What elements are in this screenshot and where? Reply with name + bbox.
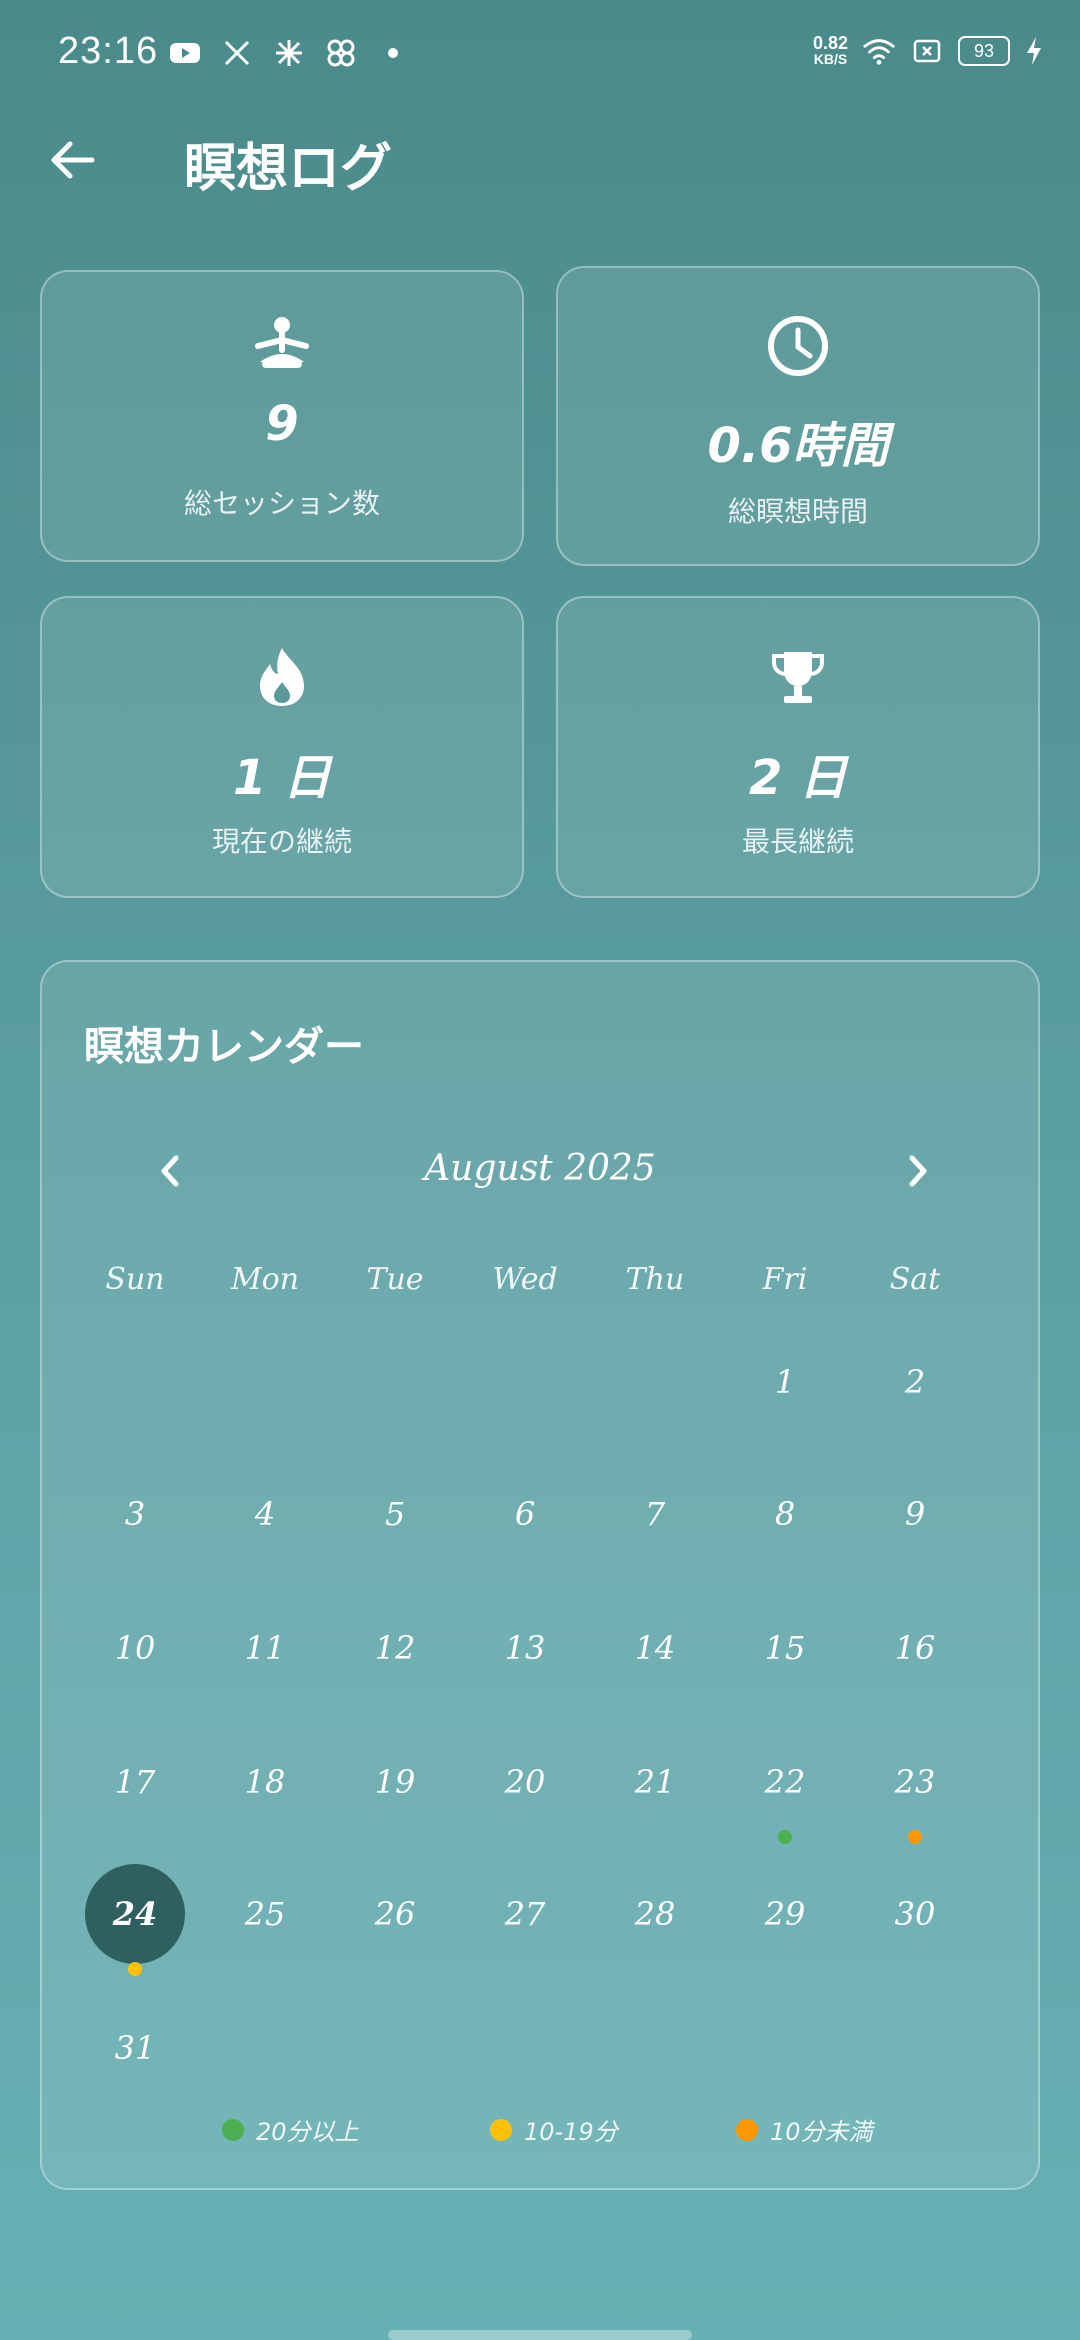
weekday-label-thu: Thu	[625, 1262, 685, 1297]
weekday-label-sun: Sun	[105, 1262, 165, 1297]
page-title: 瞑想ログ	[184, 139, 393, 199]
calendar-day[interactable]: 2	[850, 1342, 980, 1422]
sparkle-icon	[272, 36, 306, 70]
session-marker-dot	[128, 1962, 142, 1976]
calendar-day[interactable]: 15	[720, 1608, 850, 1688]
stat-value: 2 日	[748, 750, 848, 806]
calendar-title: 瞑想カレンダー	[84, 1024, 364, 1070]
stat-label: 総瞑想時間	[727, 495, 868, 528]
app-bar: 瞑想ログ	[0, 110, 1080, 240]
trophy-icon	[558, 648, 1038, 718]
more-notifications-dot-icon	[376, 36, 410, 70]
stat-value: 1 日	[232, 750, 332, 806]
notification-icons	[168, 36, 410, 70]
session-marker-dot	[908, 1830, 922, 1844]
legend-color-dot	[490, 2118, 512, 2141]
calendar-day[interactable]: 1	[720, 1342, 850, 1422]
home-indicator[interactable]	[388, 2330, 692, 2340]
calendar-day[interactable]: 30	[850, 1874, 980, 1954]
weekday-label-tue: Tue	[366, 1262, 424, 1297]
session-marker-dot	[778, 1830, 792, 1844]
weekday-label-fri: Fri	[762, 1262, 808, 1297]
weekday-label-sat: Sat	[889, 1262, 941, 1297]
stat-value: 9	[265, 396, 299, 452]
status-bar: 23:16 0.82 KB/S 93	[0, 0, 1080, 110]
sim-off-icon	[910, 34, 944, 68]
calendar-day[interactable]: 23	[850, 1742, 980, 1822]
stat-card-total-sessions: 9 総セッション数	[40, 270, 524, 562]
month-label: August 2025	[424, 1148, 656, 1189]
stat-value: 0.6時間	[707, 418, 889, 474]
net-speed-value: 0.82	[812, 33, 848, 53]
calendar-day-selected[interactable]: 24	[85, 1864, 185, 1964]
legend-label: 10分未満	[770, 2118, 873, 2146]
legend-color-dot	[222, 2118, 244, 2141]
calendar-day[interactable]: 21	[590, 1742, 720, 1822]
calendar-day[interactable]: 29	[720, 1874, 850, 1954]
calendar-day[interactable]: 17	[70, 1742, 200, 1822]
calendar-day[interactable]: 27	[460, 1874, 590, 1954]
calendar-day[interactable]: 7	[590, 1474, 720, 1554]
calendar-day[interactable]: 19	[330, 1742, 460, 1822]
stat-label: 最長継続	[741, 825, 854, 858]
x-icon	[220, 36, 254, 70]
youtube-icon	[168, 36, 202, 70]
legend-item: 20分以上	[222, 2112, 359, 2147]
calendar-day[interactable]: 22	[720, 1742, 850, 1822]
calendar-day[interactable]: 18	[200, 1742, 330, 1822]
chevron-right-icon	[909, 1155, 927, 1187]
calendar-day[interactable]: 26	[330, 1874, 460, 1954]
calendar-day[interactable]: 9	[850, 1474, 980, 1554]
legend-label: 20分以上	[256, 2118, 359, 2146]
charging-icon	[1024, 34, 1044, 68]
wifi-icon	[862, 34, 896, 68]
back-button[interactable]	[44, 130, 104, 190]
stat-label: 総セッション数	[183, 487, 380, 520]
clock-icon	[558, 314, 1038, 384]
legend-item: 10分未満	[736, 2112, 873, 2147]
stat-card-current-streak: 1 日 現在の継続	[40, 596, 524, 898]
status-time: 23:16	[58, 30, 159, 72]
arrow-left-icon	[51, 141, 95, 179]
net-speed-unit: KB/S	[813, 51, 848, 67]
calendar-day[interactable]: 31	[70, 2008, 200, 2088]
calendar-day[interactable]: 3	[70, 1474, 200, 1554]
calendar-day[interactable]: 28	[590, 1874, 720, 1954]
stat-card-longest-streak: 2 日 最長継続	[556, 596, 1040, 898]
calendar-day[interactable]: 14	[590, 1608, 720, 1688]
calendar-day[interactable]: 10	[70, 1608, 200, 1688]
pinwheel-icon	[324, 36, 358, 70]
net-speed: 0.82 KB/S	[812, 33, 848, 67]
legend-label: 10-19分	[524, 2118, 618, 2146]
stat-card-total-time: 0.6時間 総瞑想時間	[556, 266, 1040, 566]
meditation-icon	[42, 316, 522, 386]
calendar-day[interactable]: 6	[460, 1474, 590, 1554]
system-icons: 0.82 KB/S 93	[813, 34, 1044, 68]
calendar-day[interactable]: 25	[200, 1874, 330, 1954]
calendar-day[interactable]: 4	[200, 1474, 330, 1554]
battery-indicator: 93	[958, 36, 1010, 66]
weekday-label-wed: Wed	[492, 1262, 558, 1297]
legend-color-dot	[736, 2118, 758, 2141]
calendar-day[interactable]: 16	[850, 1608, 980, 1688]
calendar-day[interactable]: 12	[330, 1608, 460, 1688]
flame-icon	[42, 646, 522, 716]
calendar-day[interactable]: 8	[720, 1474, 850, 1554]
legend-item: 10-19分	[490, 2112, 618, 2147]
stat-label: 現在の継続	[211, 825, 352, 858]
next-month-button[interactable]	[892, 1146, 942, 1196]
calendar-card: 瞑想カレンダー August 2025 Sun Mon Tue Wed Thu Fri Sa…	[40, 960, 1040, 2190]
weekday-label-mon: Mon	[230, 1262, 300, 1297]
calendar-day[interactable]: 5	[330, 1474, 460, 1554]
calendar-day[interactable]: 13	[460, 1608, 590, 1688]
calendar-day[interactable]: 20	[460, 1742, 590, 1822]
calendar-day[interactable]: 11	[200, 1608, 330, 1688]
